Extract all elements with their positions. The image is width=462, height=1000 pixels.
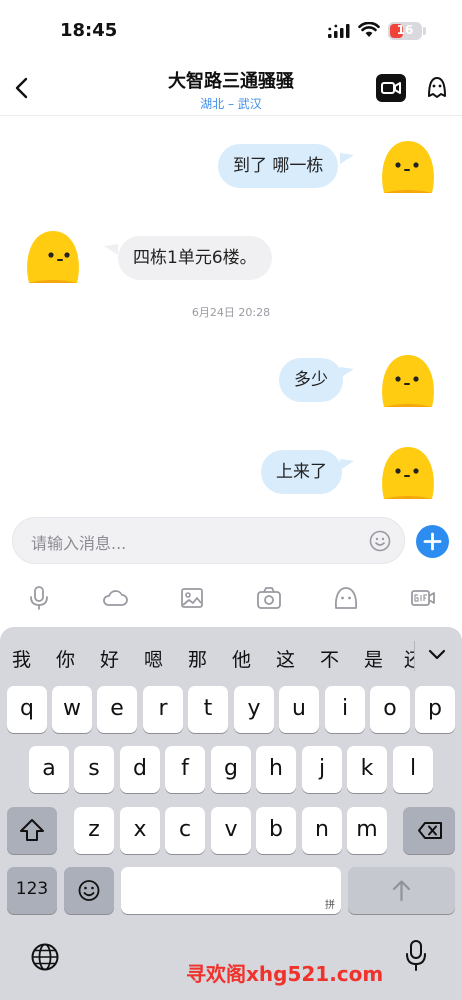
keyboard[interactable]: 我 你 好 嗯 那 他 这 不 是 还 q w e r t y u i o p … [0, 627, 462, 1000]
key-t[interactable]: t [188, 686, 228, 733]
key-r[interactable]: r [143, 686, 183, 733]
message-text: 四栋1单元6楼。 [133, 248, 257, 268]
emoji-key[interactable] [64, 867, 114, 914]
mic-icon[interactable] [25, 584, 53, 612]
message-bubble-outgoing[interactable]: 多少 [279, 358, 343, 402]
candidate-bar: 我 你 好 嗯 那 他 这 不 是 还 [0, 627, 462, 683]
candidate-word[interactable]: 那 [188, 645, 207, 672]
candidate-word[interactable]: 还 [404, 645, 414, 672]
candidate-word[interactable]: 是 [364, 645, 383, 672]
key-d[interactable]: d [120, 746, 160, 793]
delete-key[interactable] [403, 807, 455, 854]
key-i[interactable]: i [325, 686, 365, 733]
bubble-tail [340, 367, 354, 378]
key-k[interactable]: k [347, 746, 387, 793]
cloud-icon[interactable] [101, 584, 129, 612]
my-avatar-icon[interactable] [378, 139, 438, 197]
image-icon[interactable] [178, 584, 206, 612]
emoji-face-icon [78, 880, 100, 901]
shift-key[interactable] [7, 807, 57, 854]
message-text: 上来了 [276, 462, 327, 482]
battery-icon: 16 [388, 22, 422, 40]
bubble-tail [104, 244, 118, 255]
back-chevron-icon[interactable] [12, 76, 32, 100]
dictation-mic-icon[interactable] [405, 938, 427, 972]
space-key-hint: 拼 [325, 900, 335, 911]
message-bubble-outgoing[interactable]: 上来了 [261, 450, 342, 494]
candidate-word[interactable]: 你 [56, 645, 75, 672]
message-text: 多少 [294, 370, 328, 390]
key-b[interactable]: b [256, 807, 296, 854]
gif-icon[interactable] [409, 584, 437, 612]
key-q[interactable]: q [7, 686, 47, 733]
battery-tip [423, 27, 426, 35]
candidate-word[interactable]: 嗯 [144, 645, 163, 672]
candidate-word[interactable]: 这 [276, 645, 295, 672]
chat-toolbar [0, 578, 462, 618]
send-key[interactable] [348, 867, 455, 914]
message-bubble-outgoing[interactable]: 到了 哪一栋 [218, 144, 339, 188]
battery-level: 16 [396, 23, 414, 37]
key-n[interactable]: n [302, 807, 342, 854]
video-call-icon[interactable] [376, 74, 406, 102]
key-g[interactable]: g [211, 746, 251, 793]
chat-header: 大智路三通骚骚 湖北 – 武汉 [0, 58, 462, 116]
message-text: 到了 哪一栋 [233, 156, 324, 176]
arrow-up-icon [392, 880, 411, 902]
chat-location[interactable]: 湖北 – 武汉 [120, 95, 342, 112]
key-h[interactable]: h [256, 746, 296, 793]
cellular-signal-icon [328, 24, 350, 38]
key-c[interactable]: c [165, 807, 205, 854]
add-attachment-button[interactable] [416, 525, 449, 558]
candidate-word[interactable]: 我 [12, 645, 31, 672]
key-f[interactable]: f [165, 746, 205, 793]
chevron-down-icon[interactable] [428, 649, 446, 661]
key-s[interactable]: s [74, 746, 114, 793]
backspace-icon [418, 822, 442, 839]
message-timestamp: 6月24日 20:28 [191, 306, 271, 319]
key-e[interactable]: e [97, 686, 137, 733]
wifi-icon [358, 22, 380, 37]
shift-icon [20, 819, 44, 841]
key-p[interactable]: p [415, 686, 455, 733]
my-avatar-icon[interactable] [378, 445, 438, 503]
status-bar: 18:45 16 [0, 0, 462, 58]
contact-avatar-icon[interactable] [23, 229, 83, 287]
status-time: 18:45 [60, 20, 118, 41]
message-bubble-incoming[interactable]: 四栋1单元6楼。 [118, 236, 272, 280]
candidate-word[interactable]: 好 [100, 645, 119, 672]
globe-icon[interactable] [30, 942, 60, 972]
candidate-word[interactable]: 他 [232, 645, 251, 672]
emoji-icon[interactable] [369, 530, 391, 552]
key-x[interactable]: x [120, 807, 160, 854]
key-j[interactable]: j [302, 746, 342, 793]
camera-icon[interactable] [255, 584, 283, 612]
key-a[interactable]: a [29, 746, 69, 793]
key-u[interactable]: u [279, 686, 319, 733]
key-z[interactable]: z [74, 807, 114, 854]
watermark-text: 寻欢阁xhg521.com [186, 962, 384, 986]
bubble-tail [340, 459, 354, 470]
candidate-word[interactable]: 不 [320, 645, 339, 672]
key-y[interactable]: y [234, 686, 274, 733]
key-v[interactable]: v [211, 807, 251, 854]
space-key[interactable]: 拼 [121, 867, 341, 914]
numbers-key[interactable]: 123 [7, 867, 57, 914]
sticker-icon[interactable] [332, 584, 360, 612]
profile-ghost-icon[interactable] [423, 74, 451, 102]
plus-icon [423, 532, 442, 551]
bubble-tail [340, 153, 354, 164]
key-w[interactable]: w [52, 686, 92, 733]
message-input-placeholder: 请输入消息... [31, 534, 127, 553]
key-o[interactable]: o [370, 686, 410, 733]
my-avatar-icon[interactable] [378, 353, 438, 411]
message-list[interactable]: 到了 哪一栋 四栋1单元6楼。 6月24日 20:28 多少 上来了 [0, 117, 462, 513]
message-input[interactable]: 请输入消息... [12, 517, 405, 564]
chat-title: 大智路三通骚骚 [168, 71, 294, 92]
candidate-divider [414, 641, 415, 671]
key-l[interactable]: l [393, 746, 433, 793]
key-m[interactable]: m [347, 807, 387, 854]
